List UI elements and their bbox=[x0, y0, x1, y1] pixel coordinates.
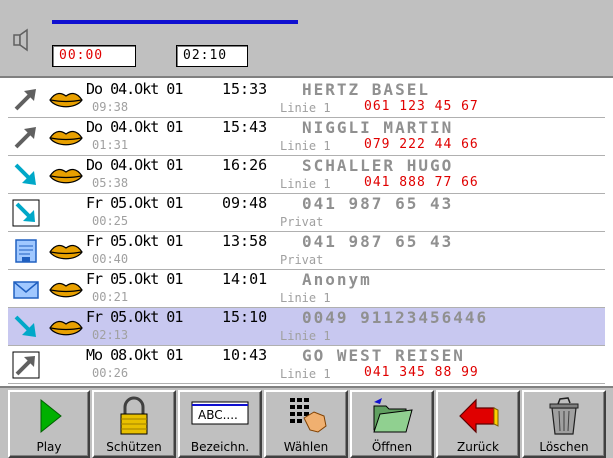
call-time: 10:43 bbox=[222, 346, 268, 364]
rename-button[interactable]: ABC.... Bezeichn. bbox=[178, 390, 262, 458]
call-list-row[interactable]: Do 04.Okt 01 05:38 16:26 SCHALLER HUGO Linie… bbox=[8, 156, 605, 194]
dial-label: Wählen bbox=[283, 440, 329, 454]
play-icon bbox=[40, 398, 62, 434]
call-list-row[interactable]: Do 04.Okt 01 09:38 15:33 HERTZ BASEL Linie 1… bbox=[8, 80, 605, 118]
call-list-row[interactable]: Fr 05.Okt 01 00:25 09:48 041 987 65 43 Priva… bbox=[8, 194, 605, 232]
label-icon-text: ABC.... bbox=[198, 408, 238, 422]
call-list: Do 04.Okt 01 09:38 15:33 HERTZ BASEL Linie 1… bbox=[8, 80, 605, 386]
call-time: 16:26 bbox=[222, 156, 268, 174]
trash-can-icon bbox=[549, 397, 579, 435]
toolbar: Play Schützen ABC.... Bezeichn. Wählen Ö… bbox=[0, 386, 613, 458]
voice-message-lips-icon[interactable] bbox=[48, 317, 84, 339]
outgoing-call-arrow-icon bbox=[14, 89, 36, 111]
delete-label: Löschen bbox=[539, 440, 589, 454]
open-label: Öffnen bbox=[371, 440, 413, 454]
rename-label: Bezeichn. bbox=[190, 440, 250, 454]
call-time: 14:01 bbox=[222, 270, 268, 288]
call-date: Fr 05.Okt 01 bbox=[86, 308, 183, 326]
caller-name: HERTZ BASEL bbox=[302, 80, 430, 99]
caller-name: 041 987 65 43 bbox=[302, 194, 454, 213]
caller-number: 079 222 44 66 bbox=[364, 137, 479, 152]
call-line: Linie 1 bbox=[280, 101, 331, 115]
label-field-icon: ABC.... bbox=[191, 401, 249, 425]
caller-name: GO WEST REISEN bbox=[302, 346, 465, 365]
call-duration: 00:26 bbox=[92, 366, 129, 380]
call-list-row[interactable]: Do 04.Okt 01 01:31 15:43 NIGGLI MARTIN Linie… bbox=[8, 118, 605, 156]
caller-name: 041 987 65 43 bbox=[302, 232, 454, 251]
call-list-row[interactable]: Fr 05.Okt 01 02:13 15:10 0049 91123456446 Li… bbox=[8, 308, 605, 346]
call-date: Do 04.Okt 01 bbox=[86, 80, 183, 98]
call-list-row[interactable]: Fr 05.Okt 01 00:40 13:58 041 987 65 43 Priva… bbox=[8, 232, 605, 270]
call-duration: 00:25 bbox=[92, 214, 129, 228]
playback-progress-bar[interactable] bbox=[52, 20, 298, 24]
caller-name: 0049 91123456446 bbox=[302, 308, 489, 327]
call-time: 15:43 bbox=[222, 118, 268, 136]
call-list-row[interactable]: Fr 05.Okt 01 00:21 14:01 Anonym Linie 1 bbox=[8, 270, 605, 308]
caller-number: 061 123 45 67 bbox=[364, 99, 479, 114]
protect-button[interactable]: Schützen bbox=[92, 390, 176, 458]
call-line: Linie 1 bbox=[280, 329, 331, 343]
envelope-icon bbox=[13, 281, 39, 299]
caller-number: 041 345 88 99 bbox=[364, 365, 479, 380]
call-time: 15:10 bbox=[222, 308, 268, 326]
player-panel: 00:00 02:10 bbox=[0, 0, 613, 78]
call-date: Fr 05.Okt 01 bbox=[86, 232, 183, 250]
incoming-call-arrow-icon bbox=[14, 315, 36, 337]
call-line: Privat bbox=[280, 215, 324, 229]
call-time: 13:58 bbox=[222, 232, 268, 250]
caller-number: 041 888 77 66 bbox=[364, 175, 479, 190]
back-button[interactable]: Zurück bbox=[436, 390, 520, 458]
call-line: Privat bbox=[280, 253, 324, 267]
call-duration: 05:38 bbox=[92, 176, 129, 190]
play-button[interactable]: Play bbox=[8, 390, 90, 458]
caller-name: Anonym bbox=[302, 270, 372, 289]
voice-message-lips-icon[interactable] bbox=[48, 89, 84, 111]
speaker-icon[interactable] bbox=[12, 28, 34, 52]
call-date: Do 04.Okt 01 bbox=[86, 118, 183, 136]
call-line: Linie 1 bbox=[280, 177, 331, 191]
voice-message-lips-icon[interactable] bbox=[48, 127, 84, 149]
delete-button[interactable]: Löschen bbox=[522, 390, 606, 458]
call-list-row[interactable]: Mo 08.Okt 01 00:26 10:43 GO WEST REISEN Lini… bbox=[8, 346, 605, 384]
call-duration: 01:31 bbox=[92, 138, 129, 152]
caller-name: SCHALLER HUGO bbox=[302, 156, 454, 175]
voice-message-lips-icon[interactable] bbox=[48, 165, 84, 187]
playback-progress-fill bbox=[52, 20, 298, 24]
call-time: 15:33 bbox=[222, 80, 268, 98]
incoming-call-arrow-icon bbox=[12, 199, 40, 227]
call-line: Linie 1 bbox=[280, 291, 331, 305]
back-label: Zurück bbox=[457, 440, 499, 454]
call-duration: 00:40 bbox=[92, 252, 129, 266]
elapsed-time: 00:00 bbox=[52, 45, 136, 67]
call-duration: 00:21 bbox=[92, 290, 129, 304]
outgoing-call-arrow-icon bbox=[14, 127, 36, 149]
voice-message-lips-icon[interactable] bbox=[48, 241, 84, 263]
call-duration: 09:38 bbox=[92, 100, 129, 114]
call-duration: 02:13 bbox=[92, 328, 129, 342]
call-date: Mo 08.Okt 01 bbox=[86, 346, 183, 364]
call-time: 09:48 bbox=[222, 194, 268, 212]
call-line: Linie 1 bbox=[280, 367, 331, 381]
total-time: 02:10 bbox=[176, 45, 248, 67]
open-button[interactable]: Öffnen bbox=[350, 390, 434, 458]
incoming-call-arrow-icon bbox=[14, 163, 36, 185]
keypad-hand-icon bbox=[290, 398, 327, 433]
call-line: Linie 1 bbox=[280, 139, 331, 153]
call-date: Fr 05.Okt 01 bbox=[86, 270, 183, 288]
call-date: Fr 05.Okt 01 bbox=[86, 194, 183, 212]
call-date: Do 04.Okt 01 bbox=[86, 156, 183, 174]
fax-icon bbox=[15, 239, 37, 263]
padlock-icon bbox=[120, 396, 148, 435]
dial-button[interactable]: Wählen bbox=[264, 390, 348, 458]
voice-message-lips-icon[interactable] bbox=[48, 279, 84, 301]
open-folder-icon bbox=[373, 398, 413, 433]
play-label: Play bbox=[36, 440, 62, 454]
outgoing-call-arrow-icon bbox=[12, 351, 40, 379]
caller-name: NIGGLI MARTIN bbox=[302, 118, 454, 137]
protect-label: Schützen bbox=[106, 440, 162, 454]
back-arrow-icon bbox=[459, 398, 499, 434]
